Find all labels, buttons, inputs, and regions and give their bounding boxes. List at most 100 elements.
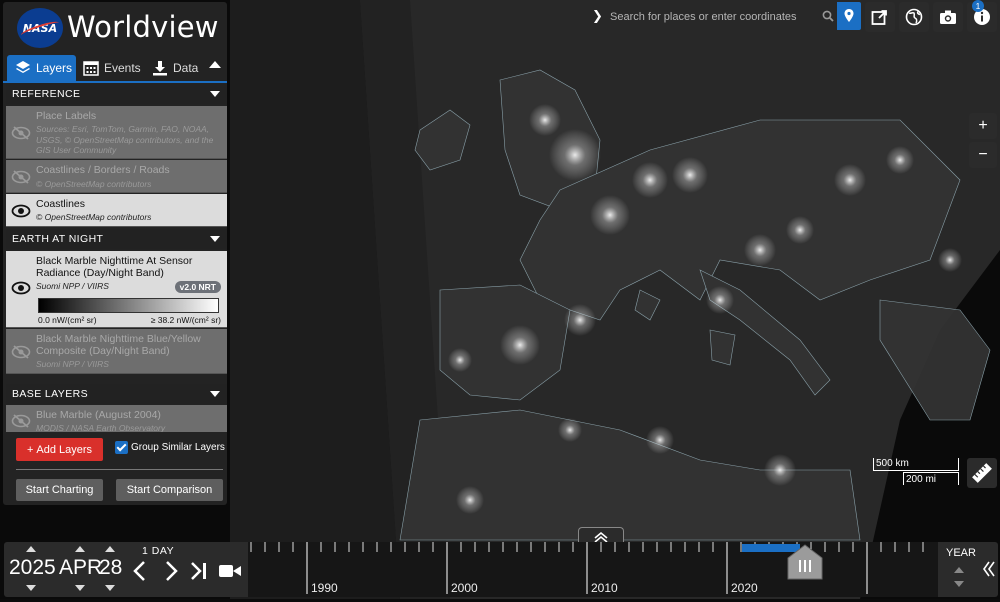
measure-button[interactable]: [967, 458, 997, 488]
eye-slash-icon[interactable]: [11, 126, 31, 140]
layer-name: Blue Marble (August 2004): [36, 409, 161, 421]
category-night-label: EARTH AT NIGHT: [12, 233, 104, 245]
date-year[interactable]: 2025: [9, 556, 56, 580]
search-input[interactable]: [608, 6, 824, 28]
location-search: ❯: [588, 2, 861, 30]
share-button[interactable]: [865, 2, 895, 32]
group-similar-checkbox[interactable]: [115, 441, 128, 454]
layer-source: Sources: Esri, TomTom, Garmin, FAO, NOAA…: [36, 124, 214, 155]
tab-layers-label: Layers: [36, 61, 73, 75]
start-charting-button[interactable]: Start Charting: [16, 479, 103, 501]
layer-coastlines-borders-roads[interactable]: Coastlines / Borders / Roads © OpenStree…: [6, 160, 227, 193]
plus-icon: +: [26, 443, 34, 456]
chevron-right-icon[interactable]: ❯: [592, 9, 603, 24]
chevron-down-icon[interactable]: [210, 391, 220, 397]
map-pin-icon: [844, 9, 854, 22]
double-chevron-left-icon: [983, 561, 995, 577]
timeline-axis[interactable]: 1990 2000 2010 2020: [248, 542, 938, 597]
layer-coastlines[interactable]: Coastlines © OpenStreetMap contributors: [6, 194, 227, 227]
sidebar-tabs: Layers Events Data: [3, 55, 227, 83]
category-base-layers[interactable]: BASE LAYERS: [6, 384, 227, 404]
search-icon[interactable]: [822, 10, 834, 22]
category-reference-label: REFERENCE: [12, 88, 81, 100]
month-up-icon[interactable]: [75, 546, 85, 552]
globe-icon: [905, 8, 923, 26]
layer-source: MODIS / NASA Earth Observatory: [36, 423, 166, 432]
collapse-sidebar-icon[interactable]: [209, 61, 221, 68]
timescale-zoom: YEAR: [938, 542, 980, 597]
year-up-icon[interactable]: [26, 546, 36, 552]
tab-events-label: Events: [104, 61, 141, 75]
tick-label: 2010: [591, 581, 618, 595]
layer-name: Place Labels: [36, 110, 97, 122]
ruler-icon: [972, 463, 992, 483]
layer-place-labels[interactable]: Place Labels Sources: Esri, TomTom, Garm…: [6, 106, 227, 159]
download-icon: [153, 61, 167, 76]
group-similar-label: Group Similar Layers: [131, 442, 225, 453]
skip-to-latest-icon[interactable]: [189, 561, 211, 581]
video-camera-icon[interactable]: [218, 562, 242, 580]
layer-source: Suomi NPP / VIIRS: [36, 359, 109, 369]
layer-name: Black Marble Nighttime At Sensor Radianc…: [36, 255, 193, 279]
brand-header[interactable]: NASA Worldview: [3, 2, 227, 52]
timeline-collapse-button[interactable]: [980, 542, 998, 597]
eye-icon[interactable]: [11, 204, 31, 218]
start-comparison-button[interactable]: Start Comparison: [116, 479, 223, 501]
legend-max: ≥ 38.2 nW/(cm² sr): [150, 315, 221, 325]
category-reference[interactable]: REFERENCE: [6, 84, 227, 104]
layer-name: Coastlines: [36, 198, 86, 210]
camera-icon: [940, 10, 956, 24]
add-layers-button[interactable]: + Add Layers: [16, 438, 103, 461]
chevron-down-icon[interactable]: [210, 91, 220, 97]
layer-source: © OpenStreetMap contributors: [36, 212, 152, 222]
location-pin-button[interactable]: [837, 2, 861, 30]
eye-slash-icon[interactable]: [11, 345, 31, 359]
scale-mi: 200 mi: [903, 472, 959, 485]
eye-icon[interactable]: [11, 281, 31, 295]
calendar-icon: [83, 61, 99, 76]
interval-selector[interactable]: 1 DAY: [142, 545, 174, 557]
zoom-scale-up-icon[interactable]: [954, 567, 964, 573]
category-earth-at-night[interactable]: EARTH AT NIGHT: [6, 229, 227, 249]
layer-name: Black Marble Nighttime Blue/Yellow Compo…: [36, 333, 201, 357]
tab-data[interactable]: Data: [152, 55, 198, 81]
version-badge: v2.0 NRT: [174, 281, 221, 293]
legend-min: 0.0 nW/(cm² sr): [38, 315, 97, 325]
zoom-scale-down-icon[interactable]: [954, 581, 964, 587]
chevron-down-icon[interactable]: [210, 236, 220, 242]
tab-layers[interactable]: Layers: [7, 55, 76, 81]
layer-name: Coastlines / Borders / Roads: [36, 164, 170, 176]
timescale-label[interactable]: YEAR: [946, 547, 976, 559]
layer-blue-marble[interactable]: Blue Marble (August 2004) MODIS / NASA E…: [6, 405, 227, 432]
tab-events[interactable]: Events: [83, 55, 141, 81]
divider: [16, 469, 223, 470]
date-day[interactable]: 28: [99, 556, 122, 580]
category-base-label: BASE LAYERS: [12, 388, 88, 400]
day-up-icon[interactable]: [105, 546, 115, 552]
share-icon: [871, 10, 887, 25]
chevron-left-icon[interactable]: [131, 560, 149, 582]
eye-slash-icon[interactable]: [11, 170, 31, 184]
date-month[interactable]: APR: [59, 556, 102, 580]
zoom-in-button[interactable]: +: [969, 113, 997, 139]
zoom-out-button[interactable]: −: [969, 142, 997, 168]
tab-data-label: Data: [173, 61, 199, 75]
layers-icon: [16, 61, 30, 73]
projection-button[interactable]: [899, 2, 929, 32]
eye-slash-icon[interactable]: [11, 414, 31, 428]
layer-black-marble-radiance[interactable]: Black Marble Nighttime At Sensor Radianc…: [6, 251, 227, 328]
nasa-logo: NASA: [17, 8, 63, 48]
notification-badge: 1: [972, 0, 984, 12]
layer-black-marble-blue-yellow[interactable]: Black Marble Nighttime Blue/Yellow Compo…: [6, 329, 227, 374]
tick-label: 2020: [731, 581, 758, 595]
month-down-icon[interactable]: [75, 585, 85, 591]
day-down-icon[interactable]: [105, 585, 115, 591]
layer-source: © OpenStreetMap contributors: [36, 179, 152, 189]
year-down-icon[interactable]: [26, 585, 36, 591]
app-title: Worldview: [67, 10, 219, 44]
timeline-handle[interactable]: [786, 544, 824, 580]
add-layers-label: Add Layers: [36, 443, 93, 456]
legend-colorbar[interactable]: [38, 298, 219, 313]
chevron-right-icon[interactable]: [162, 560, 180, 582]
snapshot-button[interactable]: [933, 2, 963, 32]
